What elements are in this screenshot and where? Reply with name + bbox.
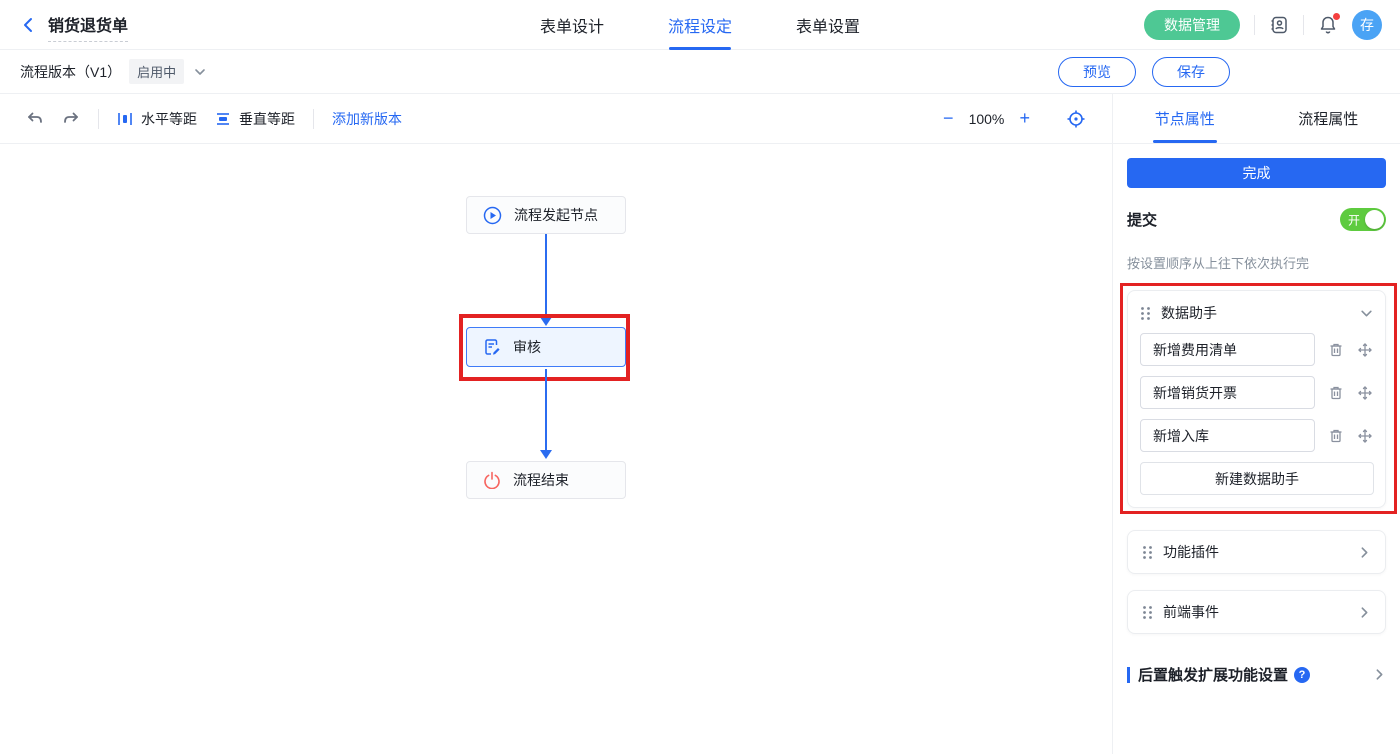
flow-edge-arrowhead [540,317,552,326]
flow-node-label: 审核 [513,337,541,357]
post-trigger-label: 后置触发扩展功能设置 [1138,664,1288,685]
move-icon[interactable] [1357,385,1373,401]
notification-bell-icon[interactable] [1318,15,1338,35]
move-icon[interactable] [1357,342,1373,358]
preview-button[interactable]: 预览 [1058,57,1136,87]
chevron-right-icon [1373,668,1386,681]
delete-trash-icon[interactable] [1328,428,1344,444]
flow-node-label: 流程结束 [513,470,569,490]
play-circle-icon [483,206,502,225]
data-helper-row: 新增费用清单 [1140,333,1373,366]
plugin-section-label: 功能插件 [1163,542,1219,562]
data-helper-title: 数据助手 [1161,303,1217,323]
flow-node-start[interactable]: 流程发起节点 [466,196,626,234]
save-button[interactable]: 保存 [1152,57,1230,87]
tab-flow-properties[interactable]: 流程属性 [1257,94,1400,143]
delete-trash-icon[interactable] [1328,385,1344,401]
chevron-right-icon [1358,546,1371,559]
top-bar: 销货退货单 表单设计 流程设定 表单设置 数据管理 存 [0,0,1400,50]
chevron-down-icon[interactable] [194,66,206,78]
plugin-section[interactable]: 功能插件 [1127,530,1386,574]
flow-node-end[interactable]: 流程结束 [466,461,626,499]
status-badge: 启用中 [129,59,184,84]
data-helper-item[interactable]: 新增销货开票 [1140,376,1315,409]
drag-handle-icon[interactable] [1142,605,1153,620]
data-helper-item[interactable]: 新增入库 [1140,419,1315,452]
divider [313,109,314,129]
canvas-toolbar: 水平等距 垂直等距 添加新版本 − 100% + [0,94,1112,144]
flow-canvas[interactable]: 流程发起节点 审核 [0,144,1112,754]
redo-icon[interactable] [62,111,80,127]
back-icon[interactable] [20,16,38,34]
toggle-knob [1365,210,1384,229]
tab-form-setting[interactable]: 表单设置 [796,0,860,50]
vertical-distribute-label: 垂直等距 [239,109,295,129]
address-book-icon[interactable] [1269,15,1289,35]
done-button[interactable]: 完成 [1127,158,1386,188]
new-data-helper-button[interactable]: 新建数据助手 [1140,462,1374,495]
drag-handle-icon[interactable] [1142,545,1153,560]
add-new-version-link[interactable]: 添加新版本 [332,109,402,129]
chevron-down-icon[interactable] [1360,307,1373,320]
tab-form-design[interactable]: 表单设计 [540,0,604,50]
execution-order-hint: 按设置顺序从上往下依次执行完 [1127,253,1386,272]
avatar[interactable]: 存 [1352,10,1382,40]
canvas-column: 水平等距 垂直等距 添加新版本 − 100% + [0,94,1113,754]
tab-flow-setting[interactable]: 流程设定 [668,0,732,50]
flow-node-audit[interactable]: 审核 [466,327,626,367]
flow-edge [545,234,547,318]
notification-dot [1333,13,1340,20]
chevron-right-icon [1358,606,1371,619]
drag-handle-icon[interactable] [1140,306,1151,321]
frontend-events-label: 前端事件 [1163,602,1219,622]
zoom-level: 100% [959,111,1013,127]
delete-trash-icon[interactable] [1328,342,1344,358]
divider [1303,15,1304,35]
horizontal-distribute-button[interactable]: 水平等距 [117,109,197,129]
frontend-events-section[interactable]: 前端事件 [1127,590,1386,634]
section-accent-bar [1127,667,1130,683]
properties-panel: 节点属性 流程属性 完成 提交 开 按设置顺序从上往下依次执行完 [1113,94,1400,754]
horizontal-distribute-label: 水平等距 [141,109,197,129]
submit-toggle[interactable]: 开 [1340,208,1386,231]
tab-node-properties[interactable]: 节点属性 [1113,94,1257,143]
page-title[interactable]: 销货退货单 [48,12,128,42]
edit-document-icon [483,338,501,356]
submit-label: 提交 [1127,209,1157,230]
flow-version-label: 流程版本（V1） [20,62,121,82]
zoom-in-button[interactable]: + [1013,108,1036,129]
divider [98,109,99,129]
data-helper-row: 新增销货开票 [1140,376,1373,409]
divider [1254,15,1255,35]
data-manage-button[interactable]: 数据管理 [1144,10,1240,40]
main-tabs: 表单设计 流程设定 表单设置 [540,0,860,50]
flow-edge-arrowhead [540,450,552,459]
help-question-icon[interactable]: ? [1294,667,1310,683]
zoom-out-button[interactable]: − [937,108,960,129]
flow-node-label: 流程发起节点 [514,205,598,225]
locate-crosshair-icon[interactable] [1066,109,1086,129]
data-helper-item[interactable]: 新增费用清单 [1140,333,1315,366]
power-icon [483,471,501,489]
data-helper-section: 数据助手 新增费用清单 [1127,290,1386,508]
move-icon[interactable] [1357,428,1373,444]
post-trigger-section[interactable]: 后置触发扩展功能设置 ? [1127,664,1386,685]
undo-icon[interactable] [26,111,44,127]
flow-edge [545,369,547,451]
version-bar: 流程版本（V1） 启用中 预览 保存 [0,50,1400,94]
toggle-on-label: 开 [1348,211,1360,228]
data-helper-row: 新增入库 [1140,419,1373,452]
vertical-distribute-button[interactable]: 垂直等距 [215,109,295,129]
